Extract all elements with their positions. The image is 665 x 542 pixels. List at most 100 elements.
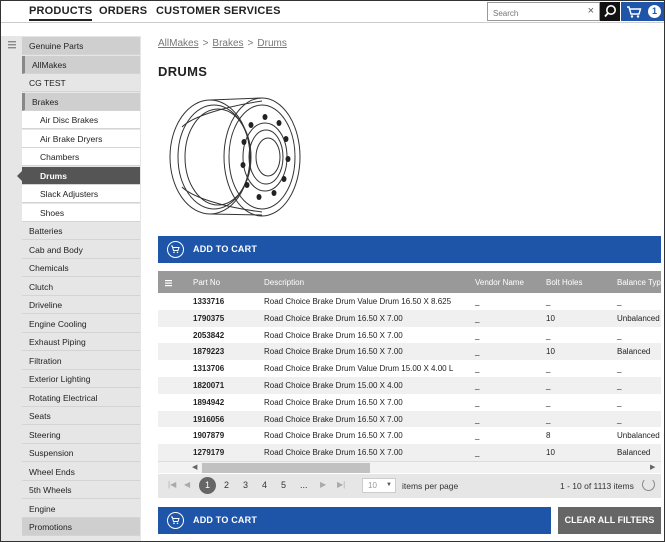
add-to-cart-button-bottom[interactable]: ADD TO CART [158, 507, 551, 534]
page-2[interactable]: 2 [224, 480, 229, 490]
sidebar-item-petersen-s-local-catalog[interactable]: PETERSEN'S LOCAL CATALOG [22, 536, 140, 542]
tab-orders[interactable]: ORDERS [99, 5, 147, 17]
header-bolt-holes[interactable]: Bolt Holes [546, 278, 582, 287]
tab-customer-services[interactable]: CUSTOMER SERVICES [156, 5, 281, 17]
table-row[interactable]: 1916056 Road Choice Brake Drum 16.50 X 7.… [158, 410, 661, 428]
sidebar-item-wheel-ends[interactable]: Wheel Ends [22, 462, 140, 481]
header-balance-type[interactable]: Balance Typ [617, 278, 661, 287]
sidebar-item-air-disc-brakes[interactable]: Air Disc Brakes [22, 111, 140, 129]
table-row[interactable]: 1879223 Road Choice Brake Drum 16.50 X 7.… [158, 343, 661, 361]
sidebar-item-chambers[interactable]: Chambers [22, 148, 140, 166]
sidebar-item-filtration[interactable]: Filtration [22, 351, 140, 370]
search-button[interactable] [600, 2, 620, 21]
table-row[interactable]: 1790375 Road Choice Brake Drum 16.50 X 7.… [158, 309, 661, 327]
table-row[interactable]: 1907879 Road Choice Brake Drum 16.50 X 7.… [158, 427, 661, 444]
sidebar-item-chemicals[interactable]: Chemicals [22, 259, 140, 277]
sidebar-item-engine[interactable]: Engine [22, 499, 140, 518]
breadcrumb-brakes[interactable]: Brakes [212, 38, 243, 49]
table-row[interactable]: 2053842 Road Choice Brake Drum 16.50 X 7.… [158, 327, 661, 344]
sidebar-item-exterior-lighting[interactable]: Exterior Lighting [22, 370, 140, 388]
cell-description: Road Choice Brake Drum 15.00 X 4.00 [264, 381, 403, 390]
search-input[interactable] [488, 5, 578, 22]
refresh-icon[interactable] [642, 478, 655, 491]
sidebar-item-air-brake-dryers[interactable]: Air Brake Dryers [22, 129, 140, 148]
page-5[interactable]: 5 [281, 480, 286, 490]
cell-balance-type: Unbalanced [617, 313, 660, 323]
first-page-icon[interactable]: |◀ [168, 480, 176, 489]
sidebar-item-5th-wheels[interactable]: 5th Wheels [22, 481, 140, 499]
page-size-select[interactable]: 10 ▼ [362, 478, 396, 493]
sidebar-item-cab-and-body[interactable]: Cab and Body [22, 240, 140, 259]
cell-balance-type: Unbalanced [617, 431, 660, 441]
table-row[interactable]: 1313706 Road Choice Brake Drum Value Drum… [158, 360, 661, 377]
cart-icon [167, 241, 184, 258]
scroll-left-icon[interactable]: ◀ [192, 463, 197, 471]
menu-icon [8, 41, 16, 49]
header-vendor-name[interactable]: Vendor Name [475, 278, 524, 287]
cell-balance-type: _ [617, 381, 622, 390]
breadcrumb-drums[interactable]: Drums [257, 38, 286, 49]
table-row[interactable]: 1894942 Road Choice Brake Drum 16.50 X 7.… [158, 394, 661, 411]
sidebar-item-allmakes[interactable]: AllMakes [22, 55, 140, 74]
sidebar-item-clutch[interactable]: Clutch [22, 277, 140, 296]
cart-count-badge: 1 [648, 5, 661, 18]
sidebar-item-cg-test[interactable]: CG TEST [22, 74, 140, 92]
sidebar-item-shoes[interactable]: Shoes [22, 203, 140, 222]
page-3[interactable]: 3 [243, 480, 248, 490]
cell-balance-type: _ [617, 364, 622, 374]
sidebar-item-engine-cooling[interactable]: Engine Cooling [22, 314, 140, 333]
cell-balance-type: Balanced [617, 347, 651, 357]
cell-balance-type: _ [617, 330, 622, 340]
sidebar-item-driveline[interactable]: Driveline [22, 296, 140, 314]
sidebar-toggle[interactable] [3, 36, 21, 54]
horizontal-scrollbar[interactable]: ◀ ▶ [158, 461, 661, 473]
cart-button[interactable]: 1 [621, 2, 664, 21]
page-1[interactable]: 1 [199, 477, 216, 494]
cell-vendor-name: _ [475, 414, 480, 424]
last-page-icon[interactable]: ▶| [337, 480, 345, 489]
cell-bolt-holes: _ [546, 414, 551, 424]
prev-page-icon[interactable]: ◀ [184, 480, 190, 489]
page-size-value: 10 [368, 481, 377, 490]
page-4[interactable]: 4 [262, 480, 267, 490]
clear-all-filters-button[interactable]: CLEAR ALL FILTERS [558, 507, 661, 534]
cell-balance-type: Balanced [617, 448, 651, 458]
scroll-right-icon[interactable]: ▶ [650, 463, 655, 471]
table-row[interactable]: 1820071 Road Choice Brake Drum 15.00 X 4.… [158, 377, 661, 394]
cell-vendor-name: _ [475, 297, 480, 306]
scrollbar-thumb[interactable] [202, 463, 370, 473]
cell-bolt-holes: 10 [546, 313, 555, 323]
cell-description: Road Choice Brake Drum Value Drum 16.50 … [264, 297, 452, 306]
sidebar-item-slack-adjusters[interactable]: Slack Adjusters [22, 185, 140, 203]
tab-products[interactable]: PRODUCTS [29, 5, 93, 21]
cell-vendor-name: _ [475, 313, 480, 323]
cell-part-no: 1333716 [193, 297, 225, 306]
sidebar-item-drums[interactable]: Drums [17, 166, 140, 185]
top-nav: PRODUCTS ORDERS CUSTOMER SERVICES × 1 [0, 0, 665, 23]
add-to-cart-button-top[interactable]: ADD TO CART [158, 236, 661, 263]
sidebar-item-steering[interactable]: Steering [22, 425, 140, 444]
cell-vendor-name: _ [475, 364, 480, 374]
table-row[interactable]: 1279179 Road Choice Brake Drum 16.50 X 7.… [158, 444, 661, 461]
header-description[interactable]: Description [264, 278, 304, 287]
page-more[interactable]: ... [300, 480, 308, 490]
header-part-no[interactable]: Part No [193, 278, 220, 287]
cell-vendor-name: _ [475, 381, 480, 390]
clear-search-icon[interactable]: × [588, 5, 594, 17]
sidebar-item-exhaust-piping[interactable]: Exhaust Piping [22, 333, 140, 351]
table-row[interactable]: 1333716 Road Choice Brake Drum Value Drum… [158, 293, 661, 310]
sidebar-item-suspension[interactable]: Suspension [22, 444, 140, 462]
sidebar-item-seats[interactable]: Seats [22, 407, 140, 425]
search-icon [604, 5, 616, 18]
breadcrumb-separator: > [202, 38, 209, 49]
sidebar-item-brakes[interactable]: Brakes [22, 92, 140, 111]
sidebar-item-batteries[interactable]: Batteries [22, 222, 140, 240]
sidebar-item-genuine-parts[interactable]: Genuine Parts [22, 37, 140, 55]
column-menu-icon[interactable] [164, 278, 174, 288]
cell-description: Road Choice Brake Drum 16.50 X 7.00 [264, 431, 403, 441]
cell-vendor-name: _ [475, 330, 480, 340]
sidebar-item-promotions[interactable]: Promotions [22, 518, 140, 536]
sidebar-item-rotating-electrical[interactable]: Rotating Electrical [22, 388, 140, 407]
breadcrumb-allmakes[interactable]: AllMakes [158, 38, 199, 49]
next-page-icon[interactable]: ▶ [320, 480, 326, 489]
